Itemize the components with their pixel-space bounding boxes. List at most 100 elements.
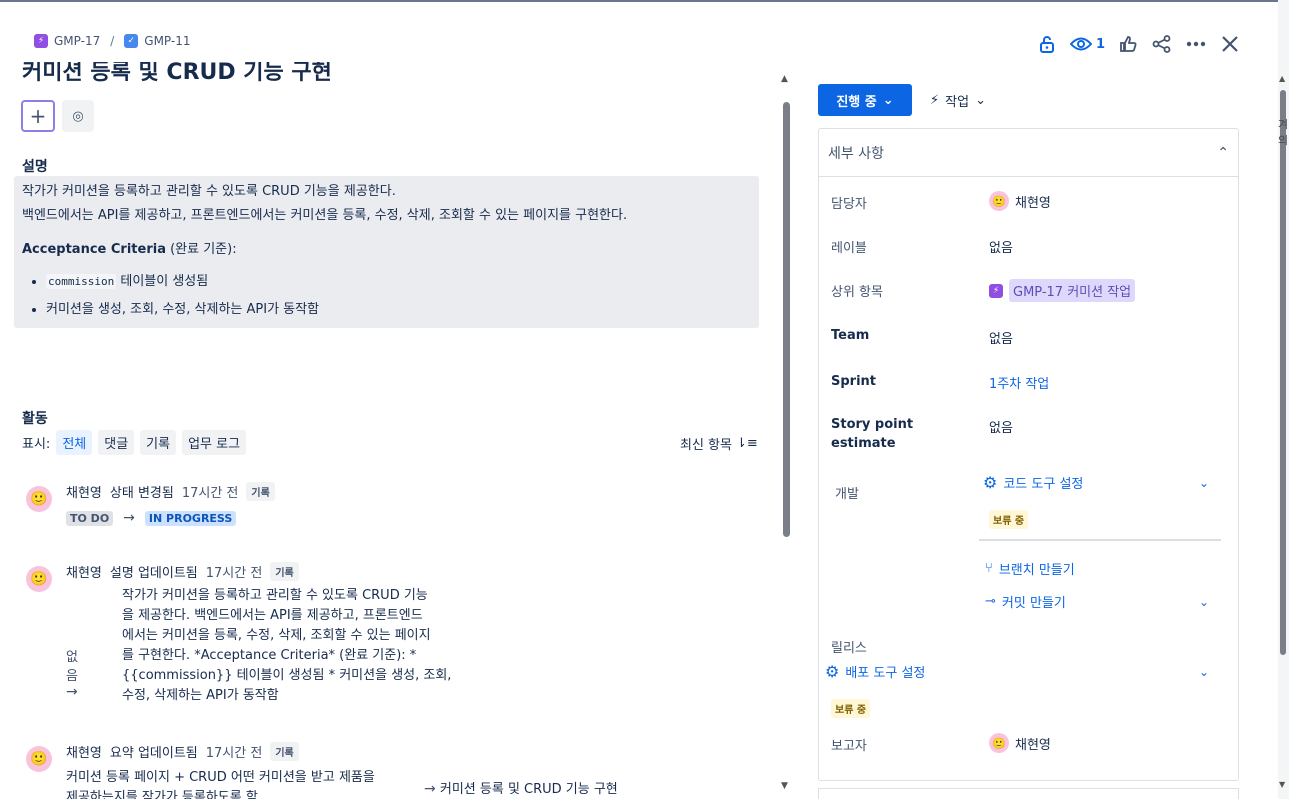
change-line: 작가가 커미션을 등록하고 관리할 수 있도록 CRUD 기능 [122,588,428,603]
deploy-tool-button[interactable]: ⚙ 배포 도구 설정 [825,662,925,681]
activity-time: 17시간 전 [205,566,263,581]
lock-icon[interactable] [1036,30,1058,58]
activity-heading: 활동 [22,411,48,427]
team-field[interactable]: 없음 [989,328,1013,347]
avatar: 🙂 [26,746,52,772]
chevron-down-icon: ⌄ [882,92,894,108]
reporter-field[interactable]: 🙂 채현영 [989,733,1051,753]
scrollbar-thumb[interactable] [783,102,790,537]
apps-button[interactable]: ◎ [62,100,94,132]
breadcrumb-separator: / [110,34,115,48]
assignee-label: 담당자 [831,197,867,212]
assignee-field[interactable]: 🙂 채현영 [989,191,1051,211]
parent-field[interactable]: ⚡ GMP-17 커미션 작업 [989,279,1136,302]
share-icon[interactable] [1151,30,1173,58]
change-line: 를 구현한다. *Acceptance Criteria* (완료 기준): * [122,648,417,663]
change-line: 수정, 삭제하는 API가 동작함 [122,688,279,703]
breadcrumb-current-link[interactable]: GMP-11 [144,34,190,48]
activity-user: 채현영 [66,566,102,581]
scroll-up-icon[interactable]: ▲ [781,74,788,84]
change-line: 제공하는지를 작가가 등록하도록 함 [66,790,258,799]
code-tool-button[interactable]: ⚙ 코드 도구 설정 [983,473,1083,492]
story-point-label-line: Story point [831,417,914,432]
background-scrollbar[interactable]: ▲ 겨의 ▼ [1278,0,1289,799]
activity-time: 17시간 전 [181,486,239,501]
sort-button[interactable]: 최신 항목 ⇂≡ [680,434,758,453]
like-icon[interactable] [1117,30,1139,58]
filter-history[interactable]: 기록 [140,430,177,455]
breadcrumb: ⚡ GMP-17 / ✓ GMP-11 [34,34,191,48]
issue-title[interactable]: 커미션 등록 및 CRUD 기능 구현 [22,62,332,86]
activity-action: 설명 업데이트됨 [109,566,198,581]
filter-worklog[interactable]: 업무 로그 [182,430,247,455]
scroll-down-icon[interactable]: ▼ [1279,780,1285,789]
description-heading: 설명 [22,159,48,175]
details-header[interactable]: 세부 사항 ⌃ [819,129,1238,177]
eye-icon [1070,37,1092,51]
acceptance-criteria-suffix: (완료 기준): [165,242,237,257]
story-point-label: Story point estimate [831,415,913,453]
arrow-icon: → [123,510,135,526]
pending-badge: 보류 중 [989,510,1029,529]
filter-comments[interactable]: 댓글 [98,430,135,455]
acceptance-criteria: Acceptance Criteria (완료 기준): [22,238,751,262]
create-commit-label: 커밋 만들기 [1001,596,1066,611]
scroll-down-icon[interactable]: ▼ [781,781,788,791]
status-change: TO DO → IN PROGRESS [66,510,237,526]
create-branch-label: 브랜치 만들기 [998,563,1075,578]
filter-all[interactable]: 전체 [56,430,93,455]
epic-icon: ⚡ [34,34,48,48]
description-field[interactable]: 작가가 커미션을 등록하고 관리할 수 있도록 CRUD 기능을 제공한다. 백… [14,176,759,328]
gear-icon: ⚙ [825,662,840,681]
task-checkbox-icon: ✓ [124,34,139,48]
main-scrollbar[interactable]: ▲ ▼ [781,72,791,799]
gear-icon: ⚙ [983,473,998,492]
details-panel: 세부 사항 ⌃ 담당자 🙂 채현영 레이블 없음 상위 항목 ⚡ GMP-17 커미… [818,128,1239,781]
criteria-text: 테이블이 생성됨 [116,274,209,289]
avatar: 🙂 [989,733,1009,753]
create-branch-button[interactable]: ⑂ 브랜치 만들기 [985,559,1075,578]
change-to: 작가가 커미션을 등록하고 관리할 수 있도록 CRUD 기능 을 제공한다. … [122,586,482,706]
labels-field[interactable]: 없음 [989,237,1013,256]
epic-icon: ⚡ [989,283,1003,298]
close-icon[interactable] [1219,30,1241,58]
sprint-label: Sprint [831,374,877,389]
branch-icon: ⑂ [985,561,993,576]
sprint-link[interactable]: 1주차 작업 [989,373,1049,392]
divider [979,539,1221,541]
header-actions: 1 [1036,30,1241,58]
watch-button[interactable]: 1 [1070,30,1105,58]
create-commit-button[interactable]: ⊸ 커밋 만들기 [985,592,1066,611]
breadcrumb-parent-link[interactable]: GMP-17 [54,34,100,48]
change-line: {{commission}} 테이블이 생성됨 * 커미션을 생성, 조회, [122,668,452,683]
avatar: 🙂 [26,566,52,592]
status-dropdown[interactable]: 진행 중 ⌄ [818,84,912,116]
chevron-down-icon[interactable]: ⌄ [1199,595,1209,609]
scrollbar-thumb[interactable] [1280,90,1286,655]
activity-filter: 표시: 전체 댓글 기록 업무 로그 [22,430,247,455]
sort-icon: ⇂≡ [735,436,758,451]
next-panel-edge [818,788,1239,799]
activity-header: 채현영 상태 변경됨 17시간 전 기록 [66,482,275,501]
arrow-icon: → [66,684,78,700]
chevron-down-icon[interactable]: ⌄ [1199,476,1209,490]
description-line-2: 백엔드에서는 API를 제공하고, 프론트엔드에서는 커미션을 등록, 수정, … [22,208,628,223]
chevron-down-icon[interactable]: ⌄ [1199,665,1209,679]
parent-link[interactable]: GMP-17 커미션 작업 [1009,279,1136,302]
activity-time: 17시간 전 [205,746,263,761]
story-point-field[interactable]: 없음 [989,417,1013,436]
criteria-list: commission 테이블이 생성됨 커미션을 생성, 조회, 수정, 삭제하… [46,268,751,324]
plus-icon: + [29,104,47,128]
change-from: 없음 → [66,646,78,700]
more-icon[interactable] [1185,30,1207,58]
chevron-up-icon[interactable]: ⌃ [1217,145,1229,161]
add-button[interactable]: + [21,100,55,132]
change-to-value: 커미션 등록 및 CRUD 기능 구현 [439,782,618,797]
actions-dropdown[interactable]: ⚡ 작업 ⌄ [930,84,986,116]
history-tag: 기록 [270,742,299,761]
criteria-item: 커미션을 생성, 조회, 수정, 삭제하는 API가 동작함 [46,296,751,324]
chevron-down-icon: ⌄ [975,92,986,108]
scroll-up-icon[interactable]: ▲ [1279,74,1285,83]
change-line: 을 제공한다. 백엔드에서는 API를 제공하고, 프론트엔드 [122,608,423,623]
reporter-label: 보고자 [831,739,867,754]
